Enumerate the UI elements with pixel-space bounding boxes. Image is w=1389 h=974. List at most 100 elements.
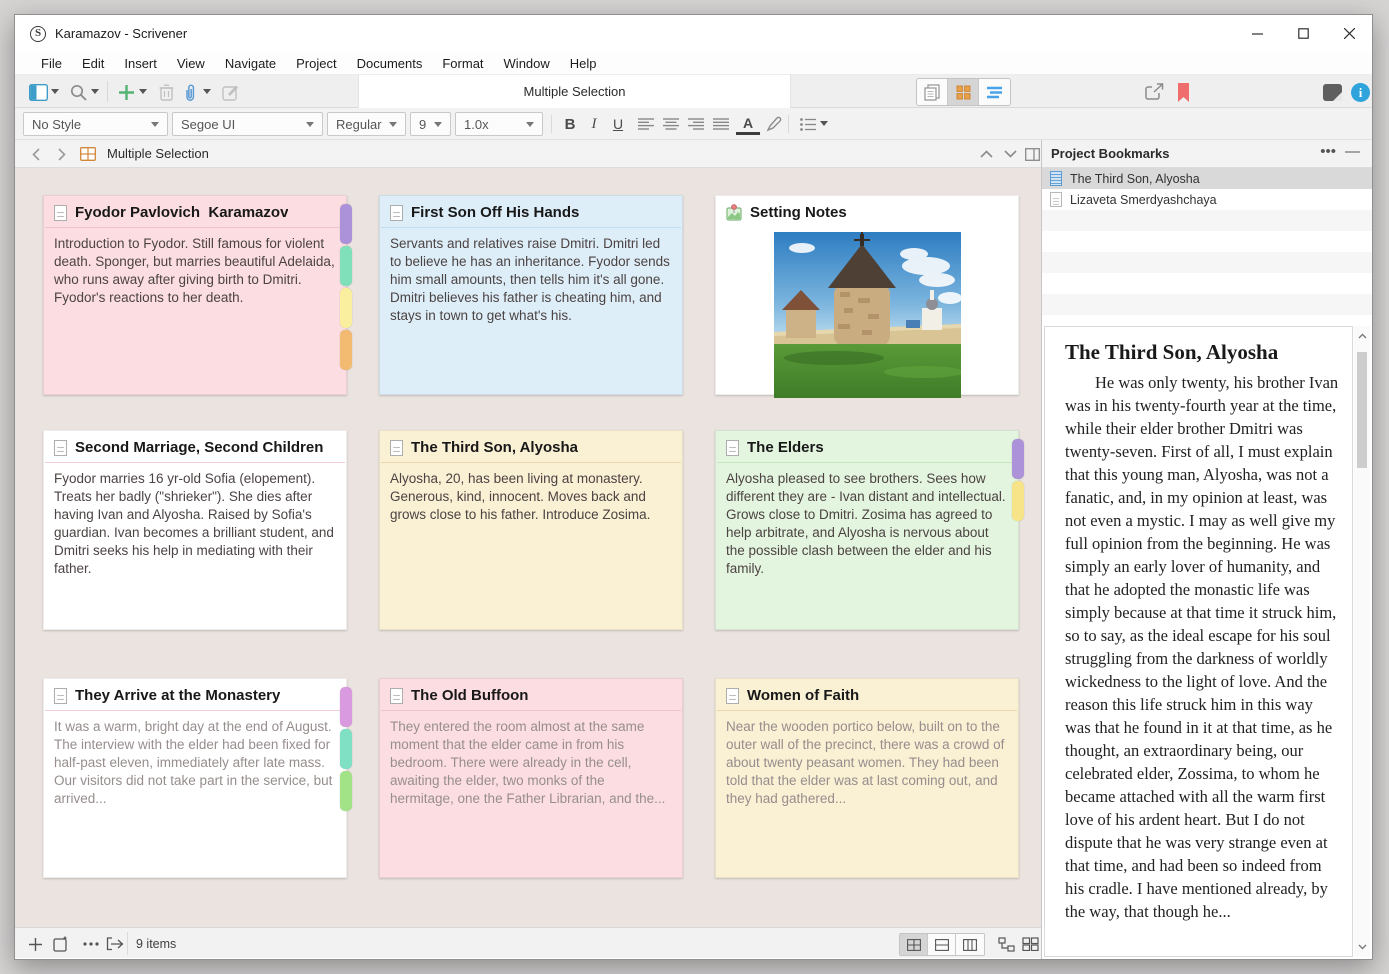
chevron-up-icon[interactable] (977, 145, 995, 163)
more-options-icon[interactable] (81, 934, 101, 954)
search-icon[interactable] (67, 81, 89, 103)
index-card-first-son[interactable]: First Son Off His Hands Servants and rel… (379, 195, 683, 395)
paperclip-icon[interactable] (179, 81, 201, 103)
card-title: Women of Faith (747, 687, 860, 704)
index-card-old-buffoon[interactable]: The Old Buffoon They entered the room al… (379, 678, 683, 878)
columns-layout-button[interactable] (956, 934, 984, 955)
font-size-dropdown[interactable]: 9 (410, 112, 451, 136)
list-format-icon[interactable] (796, 112, 820, 136)
menu-project[interactable]: Project (286, 56, 346, 71)
preview-scrollbar[interactable] (1354, 326, 1370, 957)
menu-format[interactable]: Format (432, 56, 493, 71)
add-dropdown-arrow[interactable] (139, 89, 147, 94)
card-synopsis: Near the wooden portico below, built on … (726, 719, 1005, 807)
menu-documents[interactable]: Documents (347, 56, 433, 71)
variant-value: Regular (336, 116, 382, 132)
add-item-icon[interactable] (115, 81, 137, 103)
search-dropdown-arrow[interactable] (91, 89, 99, 94)
menu-file[interactable]: File (31, 56, 72, 71)
corkboard-view-button[interactable] (948, 79, 979, 105)
align-justify-icon[interactable] (709, 112, 733, 136)
corkboard-options-icon[interactable] (1020, 934, 1040, 954)
bookmark-empty-row (1042, 294, 1372, 315)
line-spacing-dropdown[interactable]: 1.0x (455, 112, 543, 136)
menu-help[interactable]: Help (560, 56, 607, 71)
bookmarks-collapse-icon[interactable]: — (1345, 143, 1360, 160)
index-card-second-marriage[interactable]: Second Marriage, Second Children Fyodor … (43, 430, 347, 630)
share-icon[interactable] (1143, 81, 1165, 103)
menu-navigate[interactable]: Navigate (215, 56, 286, 71)
align-right-icon[interactable] (684, 112, 708, 136)
outline-view-button[interactable] (979, 79, 1010, 105)
compose-icon[interactable] (219, 81, 241, 103)
add-document-icon[interactable] (51, 934, 71, 954)
maximize-button[interactable] (1280, 15, 1326, 51)
index-card-third-son[interactable]: The Third Son, Alyosha Alyosha, 20, has … (379, 430, 683, 630)
document-icon (390, 687, 403, 704)
item-count: 9 items (136, 937, 177, 951)
index-card-arrive-monastery[interactable]: They Arrive at the Monastery It was a wa… (43, 678, 352, 878)
scrollbar-thumb[interactable] (1357, 352, 1367, 468)
freeform-layout-icon[interactable] (996, 934, 1016, 954)
bookmarks-more-icon[interactable]: ••• (1320, 143, 1336, 160)
compose-mode-icon[interactable] (1321, 81, 1343, 103)
inspector-panel: Project Bookmarks ••• — The Third Son, A… (1041, 140, 1372, 959)
export-icon[interactable] (105, 934, 125, 954)
scroll-down-icon[interactable] (1354, 939, 1370, 955)
binder-dropdown-arrow[interactable] (51, 89, 59, 94)
align-left-icon[interactable] (634, 112, 658, 136)
bookmarks-title: Project Bookmarks (1051, 146, 1170, 161)
close-button[interactable] (1326, 15, 1372, 51)
index-card-fyodor[interactable]: Fyodor Pavlovich Karamazov Introduction … (43, 195, 352, 395)
bold-button[interactable]: B (558, 112, 582, 136)
keyword-chips (340, 679, 352, 877)
footer-separator (127, 932, 128, 955)
grid-layout-button[interactable] (900, 934, 928, 955)
scroll-up-icon[interactable] (1354, 328, 1370, 344)
photo-pin-icon (726, 204, 742, 221)
bookmark-icon[interactable] (1172, 81, 1194, 103)
align-center-icon[interactable] (659, 112, 683, 136)
binder-toggle-icon[interactable] (27, 81, 49, 103)
list-dropdown-arrow[interactable] (820, 121, 828, 126)
bookmark-item[interactable]: Lizaveta Smerdyashchaya (1042, 189, 1372, 210)
window-title: Karamazov - Scrivener (55, 26, 188, 41)
menu-insert[interactable]: Insert (114, 56, 167, 71)
menu-window[interactable]: Window (494, 56, 560, 71)
menu-view[interactable]: View (167, 56, 215, 71)
forward-arrow-icon[interactable] (53, 145, 71, 163)
corkboard[interactable]: Fyodor Pavlovich Karamazov Introduction … (15, 168, 1041, 927)
editor-footer: 9 items (15, 927, 1041, 958)
size-value: 9 (419, 116, 427, 132)
toolbar-separator (107, 81, 108, 102)
italic-button[interactable]: I (582, 112, 606, 136)
font-variant-dropdown[interactable]: Regular (327, 112, 406, 136)
index-card-elders[interactable]: The Elders Alyosha pleased to see brothe… (715, 430, 1024, 630)
scrivenings-view-button[interactable] (917, 79, 948, 105)
rows-layout-button[interactable] (928, 934, 956, 955)
text-color-button[interactable]: A (736, 114, 760, 135)
font-dropdown[interactable]: Segoe UI (172, 112, 323, 136)
add-card-icon[interactable] (25, 934, 45, 954)
titlebar: S Karamazov - Scrivener (15, 15, 1372, 53)
card-synopsis: Alyosha, 20, has been living at monaster… (390, 471, 651, 523)
bookmark-item[interactable]: The Third Son, Alyosha (1042, 168, 1372, 189)
inspector-info-icon[interactable]: i (1349, 81, 1371, 103)
minimize-button[interactable] (1234, 15, 1280, 51)
menu-edit[interactable]: Edit (72, 56, 114, 71)
bookmark-preview[interactable]: The Third Son, Alyosha He was only twent… (1044, 326, 1353, 957)
document-icon (54, 687, 67, 704)
preview-text: He was only twenty, his brother Ivan was… (1065, 373, 1339, 921)
chevron-down-icon[interactable] (1001, 145, 1019, 163)
paperclip-dropdown-arrow[interactable] (203, 89, 211, 94)
index-card-women-of-faith[interactable]: Women of Faith Near the wooden portico b… (715, 678, 1019, 878)
underline-button[interactable]: U (606, 112, 630, 136)
keyword-chip (340, 330, 352, 370)
split-editor-icon[interactable] (1023, 145, 1041, 163)
highlight-pen-icon[interactable] (762, 112, 786, 136)
style-dropdown[interactable]: No Style (23, 112, 168, 136)
back-arrow-icon[interactable] (27, 145, 45, 163)
trash-icon[interactable] (155, 81, 177, 103)
setting-photo (773, 232, 961, 398)
index-card-setting-notes[interactable]: Setting Notes (715, 195, 1019, 398)
